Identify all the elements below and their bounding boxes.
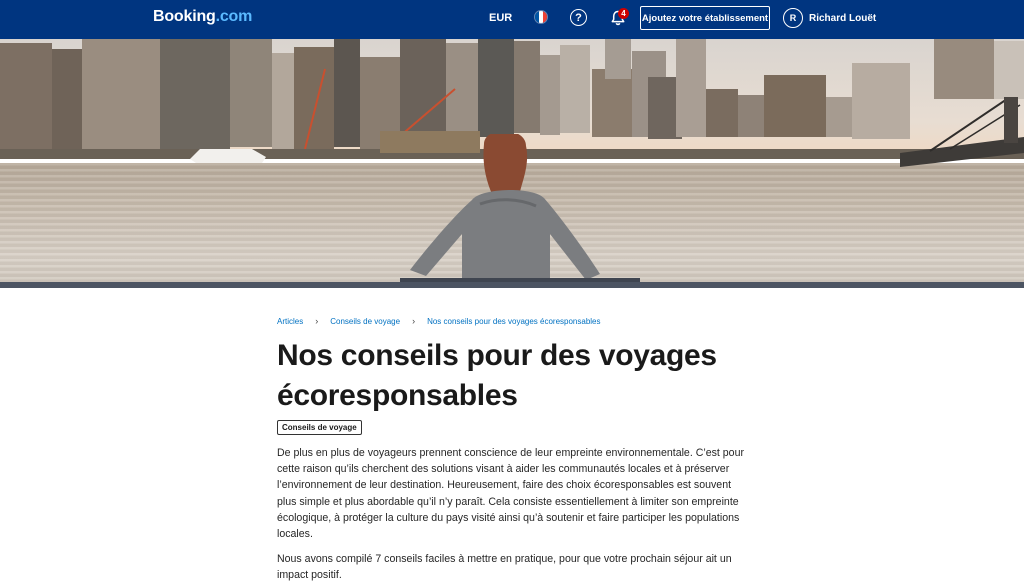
breadcrumb-separator-icon: › — [315, 316, 319, 326]
breadcrumb-separator-icon: › — [412, 316, 416, 326]
help-icon[interactable]: ? — [570, 9, 587, 26]
avatar: R — [783, 8, 803, 28]
breadcrumb: Articles › Conseils de voyage › Nos cons… — [277, 315, 601, 327]
bridge — [900, 97, 1024, 167]
woman-silhouette — [400, 134, 640, 288]
category-tag[interactable]: Conseils de voyage — [277, 420, 362, 435]
railing — [0, 282, 1024, 288]
currency-selector[interactable]: EUR — [489, 12, 512, 24]
logo-suffix-text: .com — [215, 8, 253, 25]
logo-main-text: Booking — [153, 8, 216, 25]
help-icon-glyph: ? — [575, 11, 582, 24]
notification-badge: 4 — [618, 8, 629, 19]
booking-logo[interactable]: Booking.com — [153, 8, 252, 26]
france-flag-icon[interactable] — [534, 10, 548, 24]
breadcrumb-current-article[interactable]: Nos conseils pour des voyages écorespons… — [427, 317, 600, 326]
article-paragraph-intro: De plus en plus de voyageurs prennent co… — [277, 447, 744, 541]
user-name: Richard Louët — [809, 12, 877, 24]
hero-image — [0, 39, 1024, 288]
article-paragraph-summary: Nous avons compilé 7 conseils faciles à … — [277, 553, 732, 582]
page-title: Nos conseils pour des voyages écorespons… — [277, 339, 717, 412]
breadcrumb-travel-tips[interactable]: Conseils de voyage — [330, 317, 400, 326]
add-property-button[interactable]: Ajoutez votre établissement — [640, 6, 770, 30]
user-account-menu[interactable]: R Richard Louët — [783, 8, 876, 28]
breadcrumb-articles[interactable]: Articles — [277, 317, 303, 326]
top-navigation-bar: Booking.com EUR ? 4 Ajoutez votre établi… — [0, 0, 1024, 39]
